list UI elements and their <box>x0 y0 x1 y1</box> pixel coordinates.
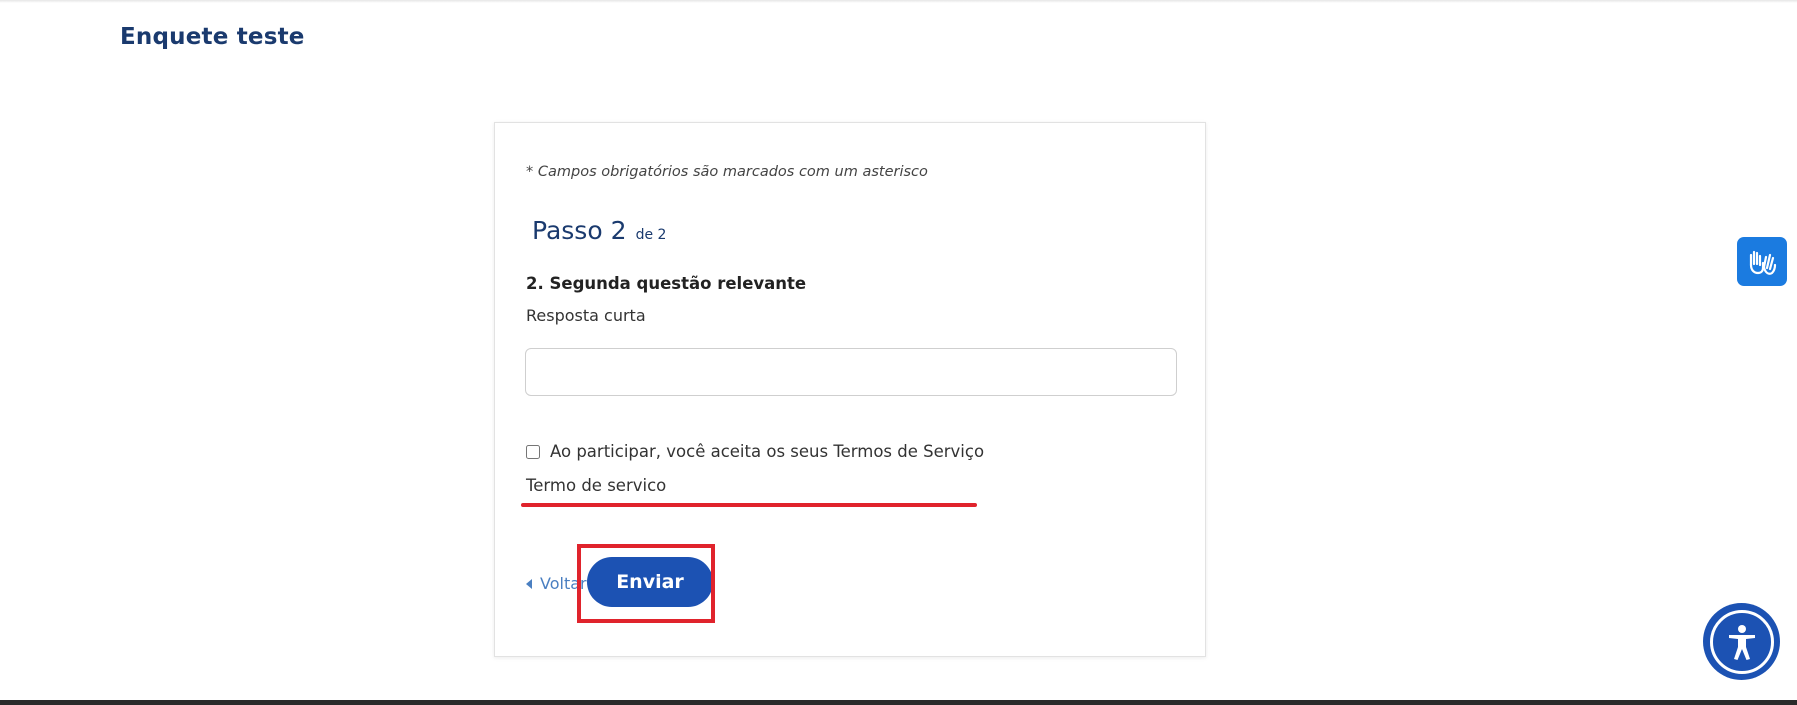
bottom-taskbar-edge <box>0 700 1797 705</box>
caret-left-icon <box>526 578 532 589</box>
short-answer-input[interactable] <box>525 348 1177 396</box>
page: Enquete teste * Campos obrigatórios são … <box>0 0 1797 705</box>
sign-language-hands-icon <box>1749 250 1777 275</box>
step-total: de 2 <box>635 227 667 243</box>
accessibility-button[interactable] <box>1703 603 1780 680</box>
terms-checkbox[interactable] <box>526 444 540 459</box>
annotation-underline <box>521 503 977 507</box>
step-label: Passo 2 <box>532 216 627 245</box>
accessibility-person-icon <box>1728 624 1755 660</box>
question-title: 2. Segunda questão relevante <box>526 274 807 293</box>
page-title: Enquete teste <box>120 24 305 50</box>
form-card: * Campos obrigatórios são marcados com u… <box>494 122 1206 657</box>
accessibility-button-ring <box>1709 609 1774 674</box>
top-shadow <box>0 0 1797 3</box>
terms-checkbox-label[interactable]: Ao participar, você aceita os seus Termo… <box>550 442 984 461</box>
required-fields-note: * Campos obrigatórios são marcados com u… <box>526 164 928 180</box>
terms-of-service-link[interactable]: Termo de servico <box>526 476 666 495</box>
question-type-label: Resposta curta <box>526 306 646 325</box>
annotation-highlight-box <box>577 544 715 623</box>
step-indicator: Passo 2 de 2 <box>532 216 666 245</box>
vlibras-widget-button[interactable] <box>1737 237 1787 286</box>
terms-row: Ao participar, você aceita os seus Termo… <box>526 442 984 461</box>
